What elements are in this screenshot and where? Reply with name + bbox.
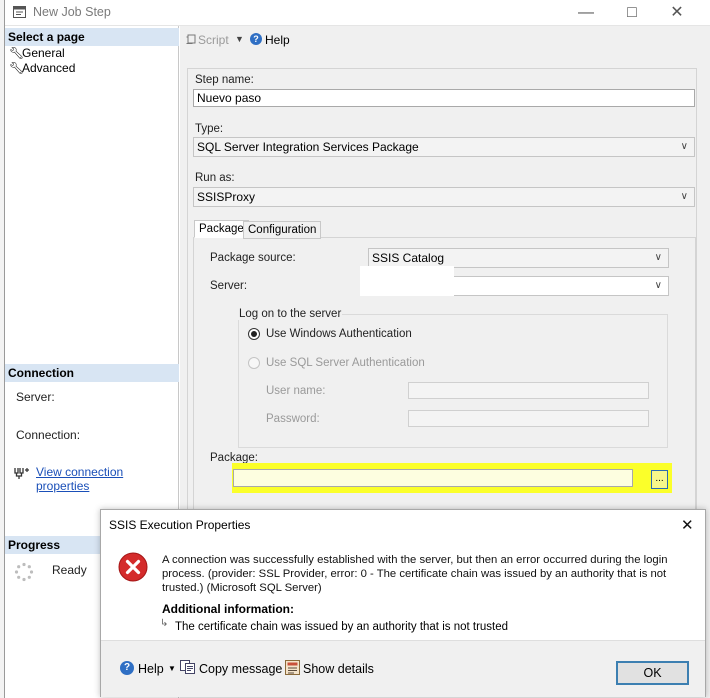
dialog-help-button[interactable]: Help — [138, 662, 164, 676]
connection-plug-icon — [14, 466, 30, 480]
tab-package[interactable]: Package — [194, 220, 249, 238]
user-name-input[interactable] — [408, 382, 649, 399]
password-input[interactable] — [408, 410, 649, 427]
chevron-down-icon: ∨ — [654, 252, 662, 263]
dialog-title: SSIS Execution Properties — [109, 518, 251, 532]
script-icon — [186, 34, 196, 45]
run-as-label: Run as: — [195, 172, 235, 184]
dialog-title-bar: SSIS Execution Properties ✕ — [101, 510, 705, 540]
details-icon — [285, 660, 300, 675]
progress-status: Ready — [52, 563, 87, 577]
general-form: Step name: Nuevo paso Type: SQL Server I… — [187, 68, 697, 529]
additional-info-text: The certificate chain was issued by an a… — [175, 621, 509, 633]
type-label: Type: — [195, 123, 224, 135]
ok-button[interactable]: OK — [616, 661, 689, 685]
server-redaction — [360, 266, 454, 296]
step-name-label: Step name: — [195, 74, 254, 86]
minimize-icon[interactable]: — — [571, 1, 601, 25]
window-app-icon — [13, 6, 26, 18]
title-bar: New Job Step — □ ✕ — [5, 0, 710, 26]
run-as-select-value: SSISProxy — [197, 190, 256, 204]
sql-auth-label[interactable]: Use SQL Server Authentication — [266, 357, 425, 369]
script-button[interactable]: Script — [198, 33, 229, 47]
sub-arrow-icon: ↳ — [160, 618, 169, 629]
connection-server-label: Server: — [16, 390, 55, 404]
copy-icon — [180, 660, 196, 675]
package-source-value: SSIS Catalog — [372, 251, 445, 265]
page-item-general-label[interactable]: General — [22, 45, 65, 61]
tab-configuration[interactable]: Configuration — [243, 221, 322, 239]
type-select[interactable]: SQL Server Integration Services Package … — [193, 137, 695, 157]
package-source-label: Package source: — [210, 252, 296, 264]
help-icon: ? — [120, 661, 134, 675]
error-message: A connection was successfully establishe… — [162, 553, 702, 595]
package-source-select[interactable]: SSIS Catalog ∨ — [368, 248, 669, 268]
windows-auth-radio[interactable] — [248, 328, 260, 340]
chevron-down-icon[interactable]: ▼ — [235, 34, 244, 44]
close-icon[interactable]: ✕ — [662, 1, 692, 25]
maximize-icon[interactable]: □ — [617, 1, 647, 25]
select-page-header: Select a page — [5, 28, 179, 46]
chevron-down-icon: ∨ — [680, 141, 688, 152]
chevron-down-icon[interactable]: ▼ — [168, 664, 176, 673]
help-icon: ? — [250, 33, 262, 45]
connection-connection-label: Connection: — [16, 428, 81, 442]
connection-header: Connection — [5, 364, 179, 382]
close-icon[interactable]: ✕ — [681, 516, 694, 534]
copy-message-button[interactable]: Copy message — [199, 662, 282, 676]
error-message-line: A connection was successfully establishe… — [162, 554, 668, 566]
ssis-execution-properties-dialog: SSIS Execution Properties ✕ A connection… — [100, 509, 706, 697]
package-browse-button[interactable]: ... — [651, 470, 668, 489]
user-name-label: User name: — [266, 385, 326, 397]
error-icon — [118, 552, 148, 582]
server-label: Server: — [210, 280, 248, 292]
run-as-select[interactable]: SSISProxy ∨ — [193, 187, 695, 207]
error-message-line: trusted.) (Microsoft SQL Server) — [162, 582, 322, 594]
help-button[interactable]: Help — [265, 33, 290, 47]
logon-group-label: Log on to the server — [238, 308, 343, 320]
type-select-value: SQL Server Integration Services Package — [197, 140, 419, 154]
package-input[interactable] — [233, 469, 633, 487]
error-message-line: process. (provider: SSL Provider, error:… — [162, 568, 667, 580]
windows-auth-label[interactable]: Use Windows Authentication — [266, 328, 412, 340]
additional-info-header: Additional information: — [162, 602, 294, 616]
chevron-down-icon: ∨ — [654, 280, 662, 291]
page-item-advanced-label[interactable]: Advanced — [22, 60, 75, 76]
password-label: Password: — [266, 413, 320, 425]
view-connection-properties-link[interactable]: View connection properties — [36, 465, 178, 493]
step-name-input[interactable]: Nuevo paso — [193, 89, 695, 107]
dialog-footer: ? Help ▼ Copy message Show details OK — [101, 640, 705, 697]
window-title: New Job Step — [33, 5, 111, 19]
sql-auth-radio[interactable] — [248, 357, 260, 369]
chevron-down-icon: ∨ — [680, 191, 688, 202]
toolbar: Script ▼ ? Help — [180, 26, 710, 56]
show-details-button[interactable]: Show details — [303, 662, 374, 676]
progress-spinner-icon — [14, 562, 34, 582]
